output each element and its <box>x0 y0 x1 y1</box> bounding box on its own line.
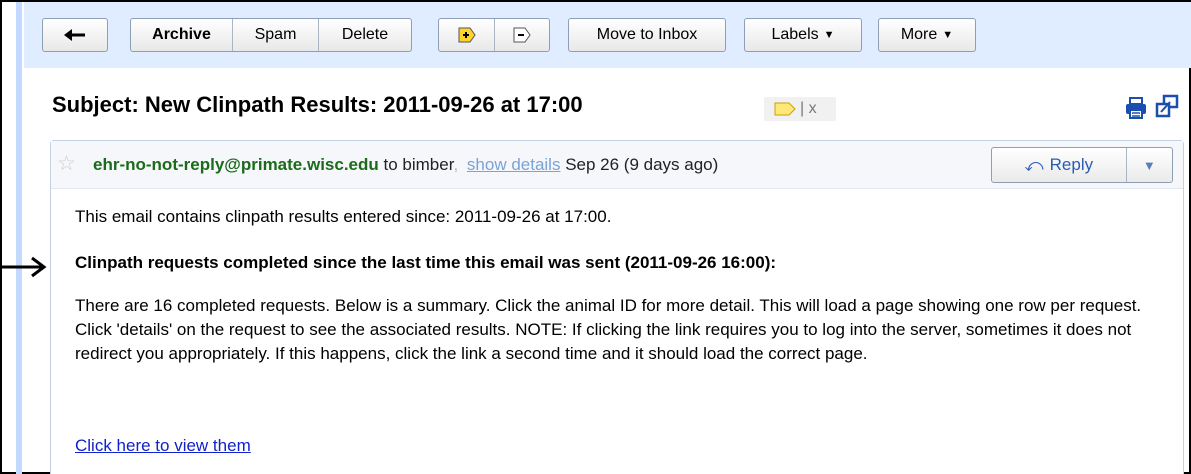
view-results-link[interactable]: Click here to view them <box>75 434 1165 458</box>
more-label: More <box>900 26 938 43</box>
label-remove-button[interactable]: | x <box>800 100 817 118</box>
message-date: Sep 26 (9 days ago) <box>565 155 719 174</box>
reply-button[interactable]: ⤺ Reply <box>992 148 1127 182</box>
new-window-icon[interactable] <box>1155 94 1179 118</box>
caret-down-icon: ▼ <box>942 29 954 41</box>
show-details-link[interactable]: show details <box>467 155 561 174</box>
reply-button-group: ⤺ Reply ▼ <box>991 147 1173 183</box>
back-button-group <box>42 18 108 52</box>
important-marker-icon <box>458 27 476 43</box>
left-rail <box>16 2 22 474</box>
labels-group: Labels ▼ <box>744 18 862 52</box>
label-chip: | x <box>764 97 836 121</box>
sender-line: ehr-no-not-reply@primate.wisc.edu to bim… <box>93 155 718 175</box>
subject-row: Subject: New Clinpath Results: 2011-09-2… <box>52 86 1182 126</box>
label-tag-icon[interactable] <box>774 102 796 116</box>
back-arrow-icon <box>64 29 85 41</box>
message-header: ☆ ehr-no-not-reply@primate.wisc.edu to b… <box>51 141 1183 189</box>
recipient-comma: , <box>453 155 459 174</box>
caret-down-icon: ▼ <box>1142 157 1156 173</box>
archive-button[interactable]: Archive <box>131 19 233 51</box>
print-icon[interactable] <box>1124 96 1148 120</box>
labels-dropdown[interactable]: Labels ▼ <box>745 19 861 51</box>
reply-menu-button[interactable]: ▼ <box>1127 148 1172 182</box>
body-heading: Clinpath requests completed since the la… <box>75 253 777 272</box>
message-card: ☆ ehr-no-not-reply@primate.wisc.edu to b… <box>50 140 1184 474</box>
more-group: More ▼ <box>878 18 976 52</box>
labels-label: Labels <box>771 26 819 43</box>
recipient-text: to bimber <box>378 155 454 174</box>
body-paragraph: There are 16 completed requests. Below i… <box>75 296 1142 363</box>
move-to-inbox-button[interactable]: Move to Inbox <box>569 19 725 51</box>
reply-label: Reply <box>1049 155 1094 174</box>
star-icon[interactable]: ☆ <box>57 151 76 176</box>
unimportant-marker-icon <box>513 27 531 43</box>
spam-button[interactable]: Spam <box>233 19 319 51</box>
mark-important-button[interactable] <box>439 19 495 51</box>
back-button[interactable] <box>43 19 107 51</box>
mark-unimportant-button[interactable] <box>495 19 549 51</box>
more-dropdown[interactable]: More ▼ <box>879 19 975 51</box>
subject-title: Subject: New Clinpath Results: 2011-09-2… <box>52 92 583 117</box>
importance-button-group <box>438 18 550 52</box>
delete-button[interactable]: Delete <box>319 19 411 51</box>
pointer-arrow-icon <box>2 256 47 278</box>
sender-address[interactable]: ehr-no-not-reply@primate.wisc.edu <box>93 155 379 174</box>
reply-arrow-icon: ⤺ <box>1024 154 1044 175</box>
caret-down-icon: ▼ <box>823 29 835 41</box>
screenshot-frame: Archive Spam Delete Move to Inbox Labels… <box>0 0 1191 474</box>
action-button-group: Archive Spam Delete <box>130 18 412 52</box>
body-intro: This email contains clinpath results ent… <box>75 207 612 226</box>
toolbar: Archive Spam Delete Move to Inbox Labels… <box>24 2 1191 68</box>
move-to-inbox-group: Move to Inbox <box>568 18 726 52</box>
